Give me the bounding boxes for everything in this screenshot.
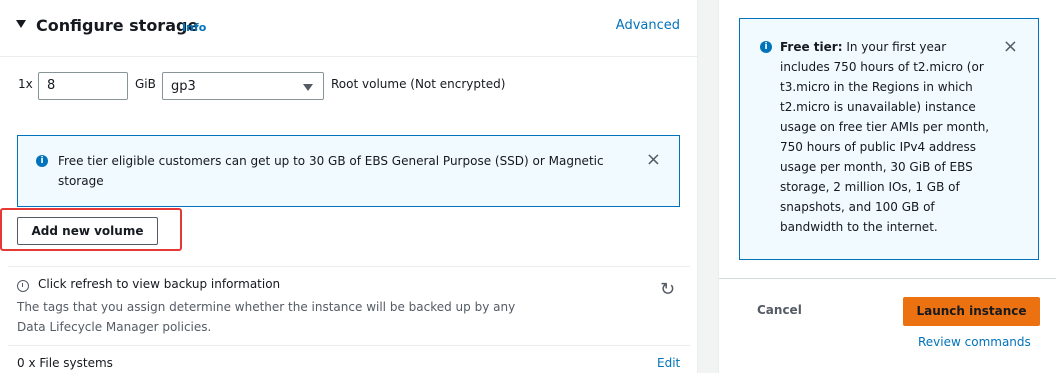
edit-file-systems-link[interactable]: Edit	[657, 356, 680, 370]
caret-down-icon[interactable]	[16, 20, 26, 28]
launch-instance-button[interactable]: Launch instance	[903, 297, 1040, 326]
free-tier-info-box: i Free tier: In your first year includes…	[739, 18, 1039, 260]
file-systems-label: 0 x File systems	[17, 356, 113, 370]
backup-info-title: Click refresh to view backup information	[38, 277, 281, 291]
volume-type-select[interactable]: gp3	[162, 72, 324, 100]
volume-size-input[interactable]: 8	[38, 72, 128, 100]
section-title: Configure storage	[36, 16, 199, 35]
close-icon[interactable]: ×	[1003, 37, 1018, 57]
divider	[8, 345, 690, 346]
info-link[interactable]: Info	[182, 21, 206, 34]
launch-instance-page: Configure storage Info Advanced 1x 8 GiB…	[0, 0, 1056, 373]
divider	[719, 278, 1056, 279]
divider	[8, 266, 690, 267]
review-commands-link[interactable]: Review commands	[918, 335, 1031, 349]
info-icon: i	[36, 155, 48, 167]
add-new-volume-button[interactable]: Add new volume	[17, 217, 158, 245]
free-tier-body: In your first year includes 750 hours of…	[780, 40, 990, 234]
cancel-button[interactable]: Cancel	[757, 303, 802, 317]
root-volume-label: Root volume (Not encrypted)	[331, 77, 506, 91]
backup-info-description: The tags that you assign determine wheth…	[17, 300, 516, 334]
volume-multiplier: 1x	[18, 77, 33, 91]
free-tier-text: Free tier: In your first year includes 7…	[780, 37, 995, 237]
advanced-link[interactable]: Advanced	[616, 18, 680, 33]
free-tier-title: Free tier:	[780, 40, 843, 54]
summary-panel: i Free tier: In your first year includes…	[718, 0, 1056, 373]
caret-down-icon	[303, 84, 313, 91]
alert-text: Free tier eligible customers can get up …	[58, 154, 604, 188]
close-icon[interactable]: ×	[646, 150, 661, 170]
free-tier-storage-alert: i Free tier eligible customers can get u…	[17, 135, 680, 207]
root-volume-row: 1x 8 GiB gp3 Root volume (Not encrypted)	[0, 70, 698, 102]
volume-type-value: gp3	[171, 79, 196, 94]
info-icon: i	[760, 41, 772, 53]
storage-section-header[interactable]: Configure storage Info Advanced	[0, 0, 698, 57]
refresh-icon[interactable]: ↻	[660, 281, 675, 299]
storage-panel: Configure storage Info Advanced 1x 8 GiB…	[0, 0, 698, 373]
volume-unit-label: GiB	[135, 77, 156, 91]
clock-icon	[17, 280, 29, 292]
